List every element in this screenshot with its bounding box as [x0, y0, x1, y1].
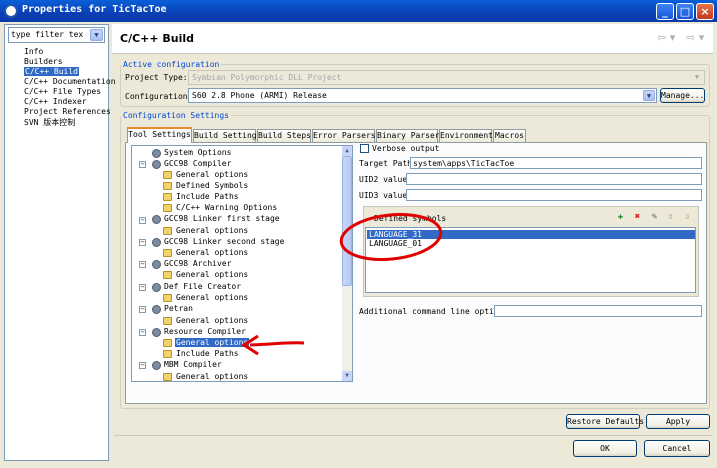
red-circle-annotation [339, 213, 443, 261]
red-arrow-annotation [249, 341, 305, 347]
red-annotation-overlay [241, 213, 443, 356]
